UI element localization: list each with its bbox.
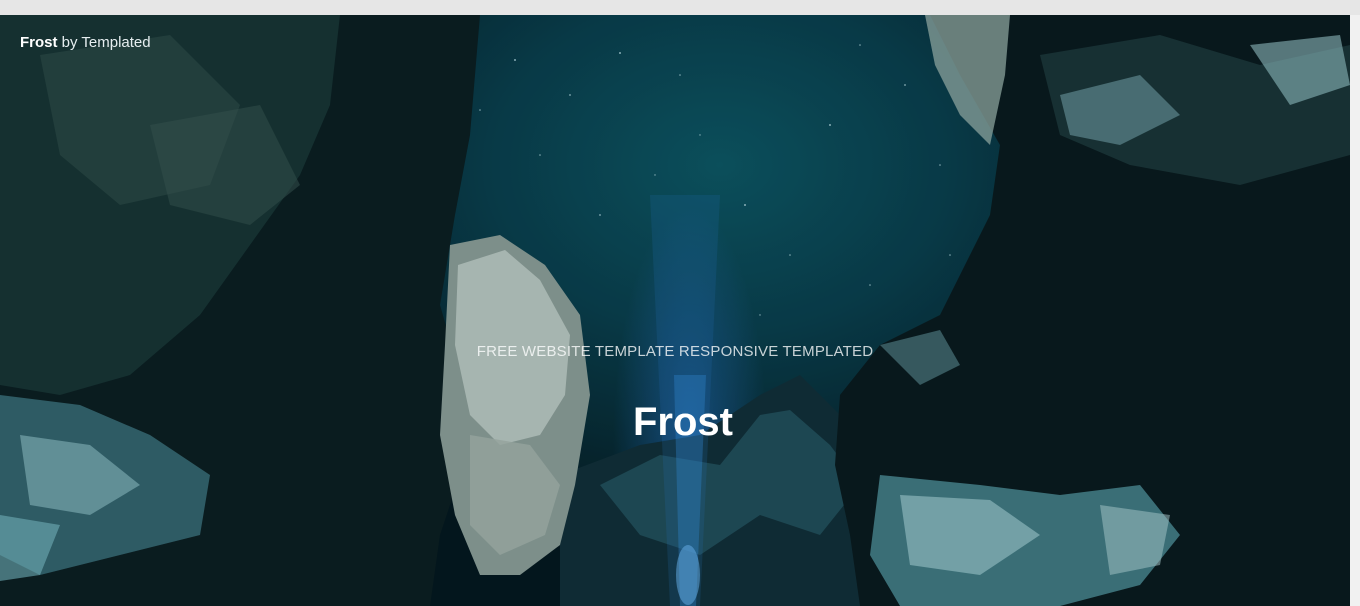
logo-brand[interactable]: Frost <box>20 34 58 51</box>
hero-banner: Frost by Templated FREE WEBSITE TEMPLATE… <box>0 15 1350 606</box>
logo-suffix[interactable]: by Templated <box>58 34 151 51</box>
browser-top-bar <box>0 0 1360 15</box>
banner-subtitle: FREE WEBSITE TEMPLATE RESPONSIVE TEMPLAT… <box>476 343 874 360</box>
site-header-logo[interactable]: Frost by Templated <box>20 34 151 51</box>
page-scrollbar[interactable] <box>1350 15 1360 606</box>
banner-title: Frost <box>633 400 733 444</box>
frost-canyon-background <box>0 15 1350 606</box>
